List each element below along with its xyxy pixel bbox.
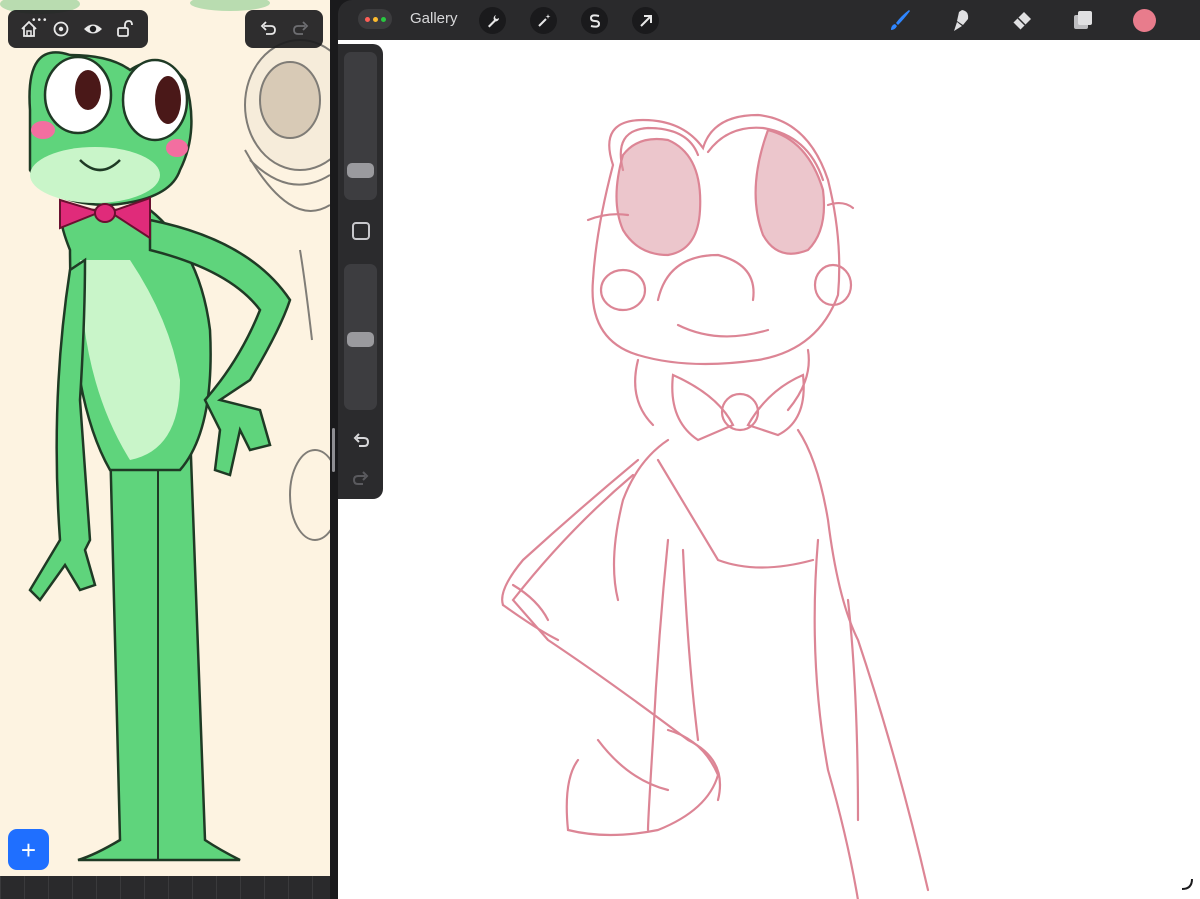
reference-image — [0, 0, 330, 880]
redo-icon[interactable] — [350, 468, 372, 490]
reference-toolbar-right — [245, 10, 323, 48]
eye-icon[interactable] — [80, 16, 106, 42]
more-dots-icon[interactable]: ••• — [32, 16, 49, 26]
brush-size-slider[interactable] — [344, 52, 377, 200]
redo-icon[interactable] — [288, 16, 314, 42]
gallery-button[interactable]: Gallery — [410, 10, 458, 27]
opacity-slider[interactable] — [344, 264, 377, 410]
selection-s-icon[interactable] — [581, 7, 608, 34]
window-dot-red — [364, 16, 370, 22]
eraser-icon[interactable] — [1008, 6, 1036, 34]
window-controls[interactable] — [358, 9, 392, 29]
undo-icon[interactable] — [255, 16, 281, 42]
modify-button[interactable] — [352, 222, 370, 240]
brush-size-thumb[interactable] — [347, 162, 374, 178]
transform-arrow-icon[interactable] — [632, 7, 659, 34]
settings-icon[interactable] — [48, 16, 74, 42]
window-dot-yellow — [372, 16, 378, 22]
magic-wand-icon[interactable] — [530, 7, 557, 34]
procreate-pane: Gallery — [338, 0, 1200, 899]
split-view-handle[interactable] — [332, 428, 335, 472]
undo-icon[interactable] — [350, 430, 372, 452]
unlock-icon[interactable] — [112, 16, 138, 42]
reference-pane: ••• + — [0, 0, 330, 899]
layers-icon[interactable] — [1069, 6, 1097, 34]
procreate-sidebar — [338, 44, 383, 499]
reference-toolbar-left: ••• — [8, 10, 148, 48]
wrench-icon[interactable] — [479, 7, 506, 34]
color-picker-swatch[interactable] — [1133, 9, 1156, 32]
smudge-icon[interactable] — [947, 6, 975, 34]
add-button[interactable]: + — [8, 829, 49, 870]
sketch-drawing — [501, 113, 930, 899]
drawing-canvas[interactable] — [338, 40, 1200, 899]
top-toolbar: Gallery — [338, 0, 1200, 40]
resize-corner-icon[interactable] — [1180, 877, 1194, 891]
reference-bottom-strip — [0, 876, 330, 899]
opacity-thumb[interactable] — [347, 332, 374, 347]
brush-icon[interactable] — [886, 6, 914, 34]
window-dot-green — [380, 16, 386, 22]
